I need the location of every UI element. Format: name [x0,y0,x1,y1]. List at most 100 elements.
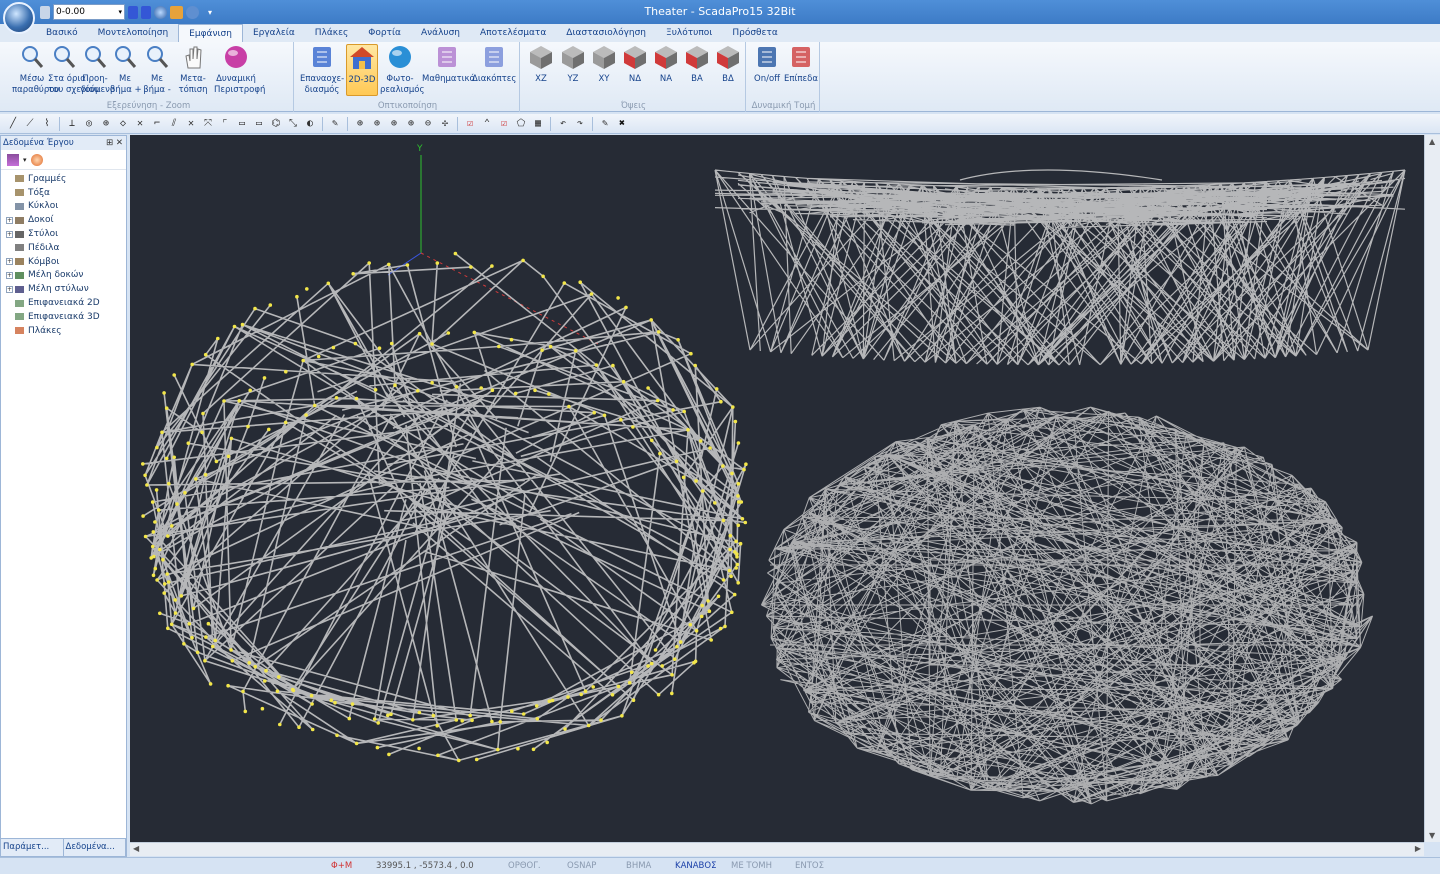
views-button-1[interactable]: YZ [558,44,588,85]
toolbar-tool-icon[interactable]: ✖ [615,117,629,131]
pin-icon[interactable]: ⊞ [106,138,113,148]
scroll-left-icon[interactable]: ◀ [133,844,139,853]
toolbar-tool-icon[interactable]: ✎ [598,117,612,131]
toolbar-tool-icon[interactable]: ✎ [328,117,342,131]
vertical-scrollbar[interactable]: ▲ ▼ [1424,135,1440,842]
drawing-viewport[interactable]: Y [130,135,1424,842]
tree-node-11[interactable]: Πλάκες [1,324,126,338]
scroll-right-icon[interactable]: ▶ [1415,844,1421,853]
status-toggle-3[interactable]: ΚΑΝΑΒΟΣ [675,861,716,871]
render-button-1[interactable]: 2D-3D [346,44,378,96]
tree-node-5[interactable]: Πέδιλα [1,241,126,255]
toolbar-tool-icon[interactable]: ⌇ [40,117,54,131]
tree-node-1[interactable]: Τόξα [1,186,126,200]
tree-node-6[interactable]: + Κόμβοι [1,255,126,269]
tab-1[interactable]: Μοντελοποίηση [88,24,179,42]
tree-node-0[interactable]: Γραμμές [1,172,126,186]
toolbar-tool-icon[interactable]: ⊕ [353,117,367,131]
tree-node-2[interactable]: Κύκλοι [1,200,126,214]
status-toggle-4[interactable]: ΜΕ ΤΟΜΗ [731,861,772,871]
zoom-button-2[interactable]: Προη- γούμενο [80,44,115,96]
tab-10[interactable]: Πρόσθετα [722,24,787,42]
views-button-3[interactable]: ΝΔ [620,44,650,85]
layers-icon[interactable] [7,153,19,166]
toolbar-tool-icon[interactable]: ╱ [6,117,20,131]
toolbar-tool-icon[interactable]: ⫽ [167,117,181,131]
expand-toggle-icon[interactable]: + [6,216,13,224]
refresh-icon[interactable] [30,153,43,166]
toolbar-tool-icon[interactable]: ⌐ [150,117,164,131]
panel-tab-0[interactable]: Παράμετ... [1,839,64,856]
tab-7[interactable]: Αποτελέσματα [470,24,556,42]
status-toggle-5[interactable]: ΕΝΤΟΣ [795,861,824,871]
toolbar-tool-icon[interactable]: ⊕ [370,117,384,131]
toolbar-tool-icon[interactable]: ▭ [235,117,249,131]
expand-toggle-icon[interactable]: + [6,230,13,238]
toolbar-tool-icon[interactable]: ⊖ [421,117,435,131]
status-toggle-2[interactable]: ΒΗΜΑ [626,861,651,871]
tab-5[interactable]: Φορτία [358,24,411,42]
toolbar-tool-icon[interactable]: ▭ [252,117,266,131]
zoom-button-5[interactable]: Μετα- τόπιση [174,44,212,96]
toolbar-tool-icon[interactable]: ✕ [184,117,198,131]
render-button-3[interactable]: Μαθηματικό [422,44,475,85]
toolbar-tool-icon[interactable]: ⊕ [99,117,113,131]
tab-8[interactable]: Διαστασιολόγηση [556,24,656,42]
panel-tab-1[interactable]: Δεδομένα... [64,839,126,856]
toolbar-tool-icon[interactable]: ⤧ [201,117,215,131]
toolbar-tool-icon[interactable]: ✣ [438,117,452,131]
toolbar-tool-icon[interactable]: ↶ [556,117,570,131]
toolbar-tool-icon[interactable]: ⊕ [387,117,401,131]
tree-node-4[interactable]: + Στύλοι [1,227,126,241]
toolbar-tool-icon[interactable]: ⬠ [514,117,528,131]
tree-node-9[interactable]: Επιφανειακά 2D [1,296,126,310]
toolbar-tool-icon[interactable]: ◎ [82,117,96,131]
views-button-5[interactable]: ΒΑ [682,44,712,85]
tab-2[interactable]: Εμφάνιση [178,24,243,43]
toolbar-tool-icon[interactable]: ⟋ [23,117,37,131]
toolbar-tool-icon[interactable]: ⤡ [286,117,300,131]
tree-node-10[interactable]: Επιφανειακά 3D [1,310,126,324]
toolbar-tool-icon[interactable]: ↷ [573,117,587,131]
views-button-6[interactable]: ΒΔ [713,44,743,85]
expand-toggle-icon[interactable]: + [6,285,13,293]
toolbar-tool-icon[interactable]: ⊥ [65,117,79,131]
render-button-2[interactable]: Φωτο- ρεαλισμός [380,44,424,96]
render-button-4[interactable]: Διακόπτες [472,44,516,85]
tab-0[interactable]: Βασικό [36,24,88,42]
render-button-0[interactable]: Επαναοχε- διασμός [300,44,344,96]
chevron-down-icon[interactable]: ▾ [23,156,27,164]
status-toggle-1[interactable]: OSNAP [567,861,596,871]
toolbar-tool-icon[interactable]: ⊕ [404,117,418,131]
tree-node-7[interactable]: + Μέλη δοκών [1,269,126,283]
status-toggle-0[interactable]: ΟΡΘΟΓ. [508,861,541,871]
scroll-up-icon[interactable]: ▲ [1429,137,1435,146]
toolbar-tool-icon[interactable]: ⌜ [218,117,232,131]
horizontal-scrollbar[interactable]: ◀ ▶ [130,842,1424,856]
zoom-button-6[interactable]: Δυναμική Περιστροφή [214,44,265,96]
zoom-button-4[interactable]: Με βήμα - [142,44,172,96]
close-icon[interactable]: ✕ [116,138,123,148]
toolbar-tool-icon[interactable]: ◇ [116,117,130,131]
views-button-0[interactable]: XZ [526,44,556,85]
application-menu-button[interactable] [3,2,35,34]
toolbar-tool-icon[interactable]: ☑ [463,117,477,131]
section-button-1[interactable]: Επίπεδα [784,44,818,85]
toolbar-tool-icon[interactable]: ◐ [303,117,317,131]
expand-toggle-icon[interactable]: + [6,271,13,279]
scroll-down-icon[interactable]: ▼ [1429,831,1435,840]
views-button-2[interactable]: XY [589,44,619,85]
toolbar-tool-icon[interactable]: ☑ [497,117,511,131]
expand-toggle-icon[interactable]: + [6,258,13,266]
zoom-button-3[interactable]: Με βήμα + [110,44,142,96]
tab-6[interactable]: Ανάλυση [411,24,470,42]
zoom-button-1[interactable]: Στα όρια του σχεδίου [48,44,99,96]
zoom-button-0[interactable]: Μέσω παραθύρου [12,44,59,96]
toolbar-tool-icon[interactable]: ✕ [133,117,147,131]
toolbar-tool-icon[interactable]: ⌬ [269,117,283,131]
section-button-0[interactable]: On/off [752,44,782,85]
tree-node-8[interactable]: + Μέλη στύλων [1,282,126,296]
tab-4[interactable]: Πλάκες [305,24,358,42]
tree-node-3[interactable]: + Δοκοί [1,213,126,227]
toolbar-tool-icon[interactable]: ▦ [531,117,545,131]
